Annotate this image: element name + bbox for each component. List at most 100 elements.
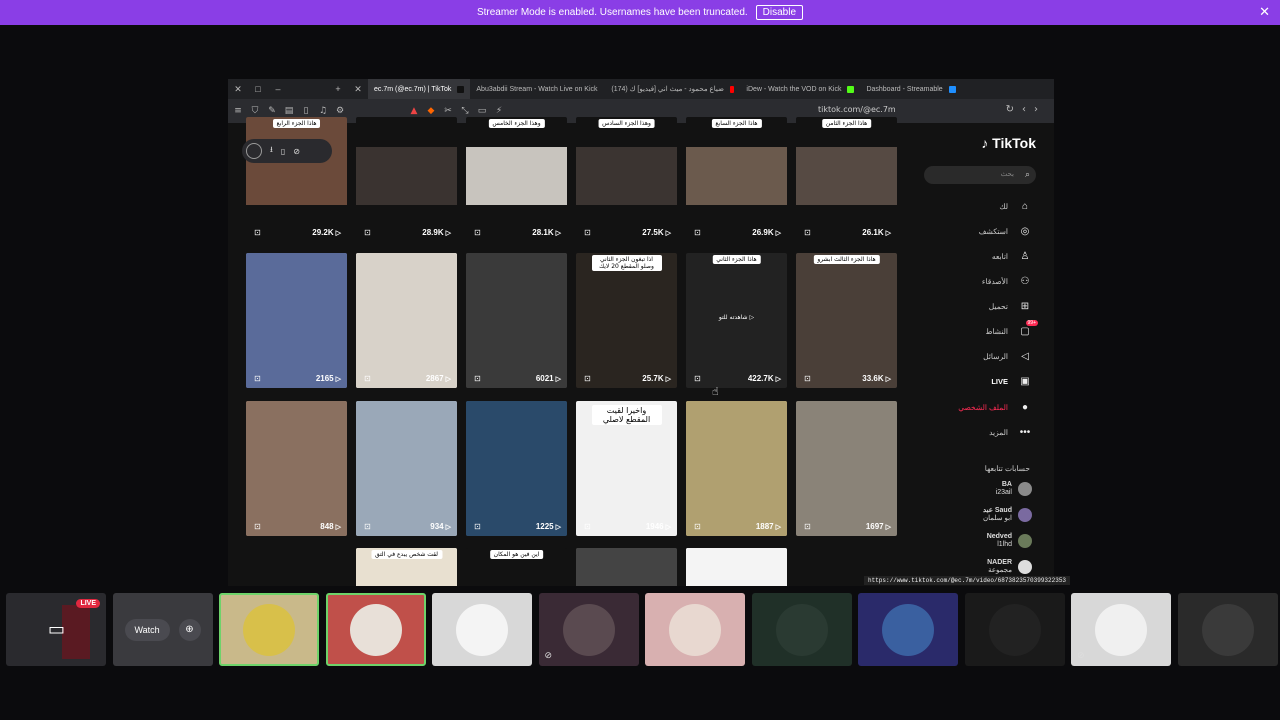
tab-0[interactable]: ec.7m (@ec.7m) | TikTok xyxy=(368,79,471,99)
watch-button[interactable]: Watch xyxy=(124,619,170,641)
minimize-icon[interactable]: – xyxy=(268,84,288,94)
cut-icon[interactable]: ✂ xyxy=(441,106,455,116)
warning-icon[interactable]: ▲ xyxy=(407,106,421,116)
nav-item-4[interactable]: ⊞ تحميل xyxy=(989,301,1032,312)
search-icon[interactable]: ⌕ xyxy=(1025,169,1030,180)
nav-item-0[interactable]: ⌂ لك xyxy=(999,201,1032,212)
stream-tile[interactable] xyxy=(964,593,1065,666)
search-input[interactable]: بحث ⌕ xyxy=(924,166,1036,184)
music-icon[interactable]: ♫ xyxy=(316,106,330,116)
close-tab-icon[interactable]: ✕ xyxy=(348,84,368,95)
download-icon[interactable]: ⭳ xyxy=(270,144,273,158)
nav-item-3[interactable]: ⚇ الأصدقاء xyxy=(982,276,1032,287)
play-icon: ▷ xyxy=(665,230,671,237)
tab-2[interactable]: (174) ضياع محمود - ميث اني [فيديو] ك xyxy=(605,79,740,99)
view-count: 25.7K ▷ xyxy=(642,374,671,383)
nav-item-9[interactable]: ••• المزيد xyxy=(989,427,1032,438)
video-thumbnail[interactable] xyxy=(686,548,787,586)
nav-item-2[interactable]: ♙ اتابعه xyxy=(992,251,1032,262)
close-window-icon[interactable]: ✕ xyxy=(228,84,248,95)
lock-icon: ⊡ xyxy=(254,522,261,531)
nav-item-5[interactable]: ▢ +99 النشاط xyxy=(985,320,1038,337)
tab-3[interactable]: iDew - Watch the VOD on Kick xyxy=(740,79,860,99)
stream-tile[interactable] xyxy=(1177,593,1278,666)
stream-tile[interactable] xyxy=(645,593,745,666)
block-icon[interactable]: ⊘ xyxy=(293,147,300,156)
video-thumbnail[interactable]: ⊡ 2867 ▷ xyxy=(356,253,457,388)
screen-icon[interactable]: ▭ xyxy=(475,106,489,116)
video-thumbnail[interactable]: ⊡ 28.9K ▷ xyxy=(356,117,457,242)
following-account[interactable]: Nedved l1lhd xyxy=(987,533,1032,549)
disable-button[interactable]: Disable xyxy=(755,5,804,20)
following-account[interactable]: NADER مجموعة xyxy=(987,559,1032,575)
lock-icon: ⊡ xyxy=(694,522,701,531)
video-grid: هاذا الجزء الرابع ⊡ 29.2K ▷ ⊡ 28.9K ▷ وهذا الجز… xyxy=(246,117,906,586)
extensions-icon[interactable]: ⚙ xyxy=(333,106,347,116)
tab-1[interactable]: Abu3abdii Stream - Watch Live on Kick xyxy=(470,79,605,99)
view-count-value: 27.5K xyxy=(642,228,664,237)
video-thumbnail[interactable]: وهذا الجزء الخامس ⊡ 28.1K ▷ xyxy=(466,117,567,242)
lock-icon: ⊡ xyxy=(584,522,591,531)
stream-tile[interactable] xyxy=(432,593,532,666)
account-handle: ابو سلمان xyxy=(983,515,1012,522)
close-icon[interactable]: ✕ xyxy=(1259,4,1270,20)
video-thumbnail[interactable]: هاذا الجزء السابع ⊡ 26.9K ▷ xyxy=(686,117,787,242)
video-thumbnail[interactable]: هاذا الجزء الثاني شاهدته للتو ▷ ⊡ 422.7K ▷ xyxy=(686,253,787,388)
view-count-value: 28.9K xyxy=(422,228,444,237)
stream-tile[interactable]: Watch ⊕ xyxy=(112,593,213,666)
stream-tile[interactable] xyxy=(219,593,319,666)
following-account[interactable]: Saud عبد ابو سلمان xyxy=(983,507,1032,523)
video-thumbnail[interactable]: ⊡ 934 ▷ xyxy=(356,401,457,536)
stream-tile[interactable]: ⊘ xyxy=(1071,593,1171,666)
video-thumbnail[interactable]: ⊡ 1697 ▷ xyxy=(796,401,897,536)
pen-icon[interactable]: ✎ xyxy=(265,106,279,116)
video-thumbnail[interactable] xyxy=(576,548,677,586)
nav-item-8[interactable]: ● الملف الشخصي xyxy=(958,402,1032,413)
expand-icon[interactable]: ⤡ xyxy=(458,106,472,116)
stream-tile[interactable] xyxy=(751,593,852,666)
video-thumbnail[interactable]: ⊡ 1887 ▷ xyxy=(686,401,787,536)
maximize-icon[interactable]: □ xyxy=(248,84,268,94)
phone-icon[interactable]: ▯ xyxy=(281,147,285,156)
video-thumbnail[interactable]: اين فين هو المكان xyxy=(466,548,567,586)
view-count-value: 29.2K xyxy=(312,228,334,237)
menu-icon[interactable]: ≡ xyxy=(231,106,245,116)
video-thumbnail[interactable]: واخيرا لقيت المقطع لاصلي ⊡ 1946 ▷ xyxy=(576,401,677,536)
video-thumbnail[interactable]: ⊡ 2165 ▷ xyxy=(246,253,347,388)
nav-label: اتابعه xyxy=(991,252,1008,261)
video-thumbnail[interactable]: ⊡ 848 ▷ xyxy=(246,401,347,536)
sidebar-icon[interactable]: ▯ xyxy=(299,106,313,116)
following-account[interactable]: BA i23ail xyxy=(996,481,1032,497)
stream-tile[interactable]: ⊘ xyxy=(538,593,639,666)
new-tab-icon[interactable]: + xyxy=(328,84,348,94)
video-thumbnail[interactable]: هاذا الجزء الرابع ⊡ 29.2K ▷ xyxy=(246,117,347,242)
wand-icon[interactable]: ⚡ xyxy=(492,106,506,116)
reader-icon[interactable]: ▤ xyxy=(282,106,296,116)
video-thumbnail[interactable]: ⊡ 6021 ▷ xyxy=(466,253,567,388)
stream-tile[interactable] xyxy=(325,593,426,666)
address-bar[interactable]: tiktok.com/@ec.7m xyxy=(818,105,896,114)
shield-icon[interactable]: ⛉ xyxy=(248,106,262,116)
record-icon[interactable] xyxy=(246,143,262,159)
nav-item-1[interactable]: ◎ استكشف xyxy=(979,226,1032,237)
video-thumbnail[interactable]: هاذا الجزء الثالث ابشرو ⊡ 33.6K ▷ xyxy=(796,253,897,388)
video-thumbnail[interactable]: هاذا الجزء الثامن ⊡ 26.1K ▷ xyxy=(796,117,897,242)
avatar xyxy=(1095,603,1147,656)
video-thumbnail[interactable]: لقت شخص يبدع في التق xyxy=(356,548,457,586)
nav-item-7[interactable]: ▣ LIVE xyxy=(991,376,1032,387)
play-icon: ▷ xyxy=(335,376,341,383)
nav-buttons[interactable]: ↻‹› xyxy=(1006,104,1046,115)
tab-4[interactable]: Dashboard - Streamable xyxy=(860,79,961,99)
add-stream-icon[interactable]: ⊕ xyxy=(178,619,201,641)
view-count-value: 848 xyxy=(320,522,334,531)
view-count-value: 33.6K xyxy=(862,374,884,383)
video-thumbnail[interactable]: ⊡ 1225 ▷ xyxy=(466,401,567,536)
nav-item-6[interactable]: ◁ الرسائل xyxy=(983,351,1032,362)
stream-tile[interactable] xyxy=(858,593,958,666)
tiktok-logo[interactable]: ♪ TikTok xyxy=(981,135,1036,151)
brave-icon[interactable]: ◆ xyxy=(424,106,438,116)
video-thumbnail[interactable]: وهذا الجزء السادس ⊡ 27.5K ▷ xyxy=(576,117,677,242)
video-thumbnail[interactable]: اذا تبغون الجزء الثاني وصلو المقطع 20 لا… xyxy=(576,253,677,388)
play-icon: ▷ xyxy=(555,376,561,383)
stream-tile[interactable]: ▭ LIVE xyxy=(6,593,106,666)
